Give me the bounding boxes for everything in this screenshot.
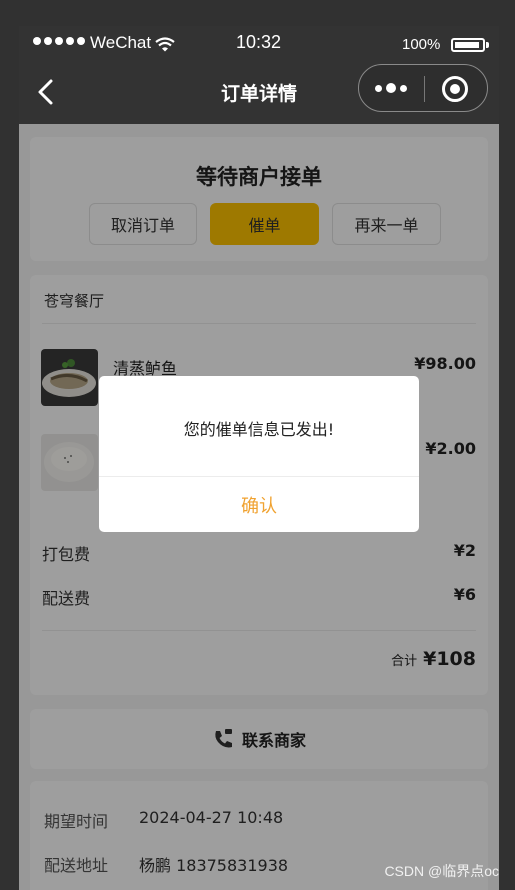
- phone-screen: WeChat 10:32 100% 订单详情 等待商户接单 取消订单 催单 再来…: [19, 26, 499, 890]
- clock: 10:32: [236, 32, 282, 52]
- nav-bar: 订单详情: [19, 62, 499, 124]
- confirm-button[interactable]: 确认: [99, 477, 419, 532]
- watermark: CSDN @临界点oc: [384, 863, 499, 879]
- miniprogram-capsule: [358, 64, 488, 112]
- close-miniprogram-icon[interactable]: [442, 76, 468, 102]
- capsule-divider: [424, 76, 425, 102]
- battery-icon: [451, 38, 485, 52]
- wifi-icon: [155, 37, 175, 52]
- more-icon[interactable]: [375, 83, 407, 93]
- carrier-name: WeChat: [90, 33, 152, 52]
- status-bar: WeChat 10:32 100%: [19, 26, 499, 62]
- signal-icon: [33, 37, 85, 45]
- dialog-message: 您的催单信息已发出!: [183, 420, 335, 439]
- battery-percent: 100%: [402, 36, 441, 53]
- urge-success-dialog: 您的催单信息已发出! 确认: [99, 376, 419, 532]
- battery-tip: [486, 42, 489, 48]
